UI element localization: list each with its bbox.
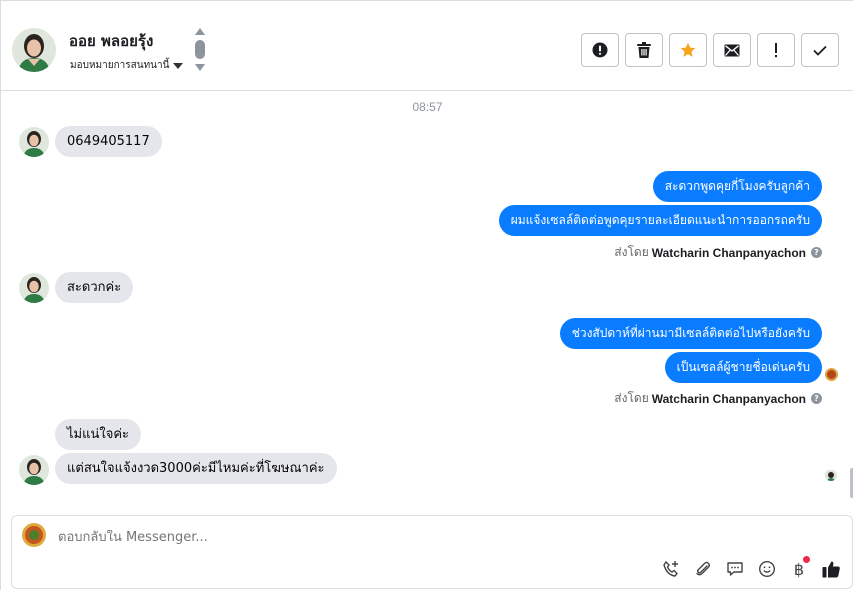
follow-up-button[interactable] [757,33,795,67]
sent-by-name[interactable]: Watcharin Chanpanyachon [652,246,806,260]
thumbs-up-icon[interactable] [820,558,842,580]
paperclip-icon[interactable] [692,558,714,580]
contact-avatar[interactable] [12,28,56,72]
trash-icon [637,42,651,58]
next-conversation-icon[interactable] [195,64,205,71]
caret-down-icon [173,62,184,69]
sent-by-label: ส่งโดย Watcharin Chanpanyachon ? [614,389,822,408]
help-icon[interactable]: ? [811,393,822,404]
exclamation-circle-icon [592,42,608,58]
sent-by-prefix: ส่งโดย [614,391,649,405]
mark-spam-button[interactable] [581,33,619,67]
incoming-message[interactable]: ไม่แน่ใจค่ะ [55,419,142,450]
emoji-icon[interactable] [756,558,778,580]
incoming-message[interactable]: 0649405117 [55,126,162,157]
mark-done-button[interactable] [801,33,839,67]
envelope-icon [724,44,740,56]
saved-reply-icon[interactable] [724,558,746,580]
outgoing-message[interactable]: ผมแจ้งเซลล์ติดต่อพูดคุยรายละเอียดแนะนำกา… [498,205,822,236]
outgoing-message[interactable]: สะดวกพูดคุยกี่โมงครับลูกค้า [652,171,822,202]
incoming-message[interactable]: แต่สนใจแจ้งงวด3000ค่ะมีไหมค่ะที่โฆษณาค่ะ [55,453,337,484]
composer-actions: ฿ [660,556,842,580]
star-button[interactable] [669,33,707,67]
notification-dot [803,556,810,563]
phone-add-icon[interactable] [660,558,682,580]
baht-payment-icon[interactable]: ฿ [788,556,810,580]
message-timestamp: 08:57 [412,100,443,114]
assign-conversation-dropdown[interactable]: มอบหมายการสนทนานี้ [70,58,184,73]
contact-avatar-small [19,273,49,303]
contact-name[interactable]: ออย พลอยรุ้ง [69,29,153,53]
page-avatar [22,523,46,547]
reply-composer: ฿ [11,515,853,589]
contact-avatar-small [19,455,49,485]
contact-avatar-small [19,127,49,157]
conversation-toolbar [581,33,839,67]
assign-label: มอบหมายการสนทนานี้ [70,60,170,71]
mark-unread-button[interactable] [713,33,751,67]
sent-by-label: ส่งโดย Watcharin Chanpanyachon ? [614,243,822,262]
reply-input[interactable] [58,530,558,545]
help-icon[interactable]: ? [811,247,822,258]
read-receipt-avatar [825,469,837,481]
navigator-handle [195,40,205,59]
inbox-conversation-panel: ออย พลอยรุ้ง มอบหมายการสนทนานี้ 08:57 06… [0,0,853,590]
message-thread[interactable]: 08:57 0649405117 สะดวกพูดคุยกี่โมงครับลู… [1,92,853,512]
incoming-message[interactable]: สะดวกค่ะ [55,272,134,303]
conversation-navigator[interactable] [193,28,207,74]
delete-button[interactable] [625,33,663,67]
star-icon [680,42,696,57]
conversation-header: ออย พลอยรุ้ง มอบหมายการสนทนานี้ [1,1,853,91]
sent-by-name[interactable]: Watcharin Chanpanyachon [652,392,806,406]
baht-symbol: ฿ [793,559,805,579]
outgoing-message[interactable]: ช่วงสัปดาห์ที่ผ่านมามีเซลล์ติดต่อไปหรือย… [559,318,822,349]
exclamation-icon [775,43,777,58]
page-seal-icon [825,368,838,381]
sent-by-prefix: ส่งโดย [614,245,649,259]
check-icon [813,45,827,56]
outgoing-message[interactable]: เป็นเซลล์ผู้ชายชื่อเด่นครับ [664,352,822,383]
previous-conversation-icon[interactable] [195,28,205,35]
